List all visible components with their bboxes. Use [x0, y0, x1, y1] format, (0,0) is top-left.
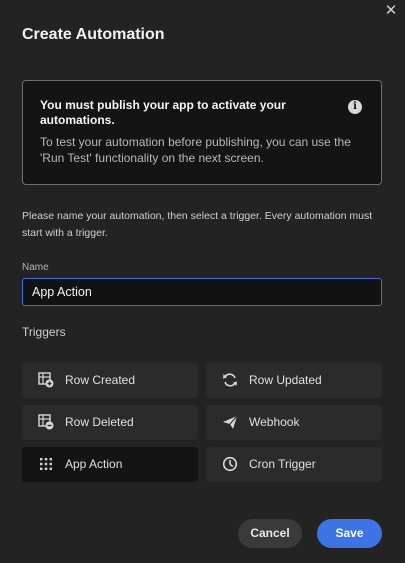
info-icon: i: [348, 100, 362, 114]
close-icon[interactable]: ✕: [383, 3, 399, 19]
trigger-webhook[interactable]: Webhook: [206, 405, 382, 440]
grid-dots-icon: [40, 458, 52, 470]
name-label: Name: [22, 262, 49, 273]
trigger-label: Row Created: [65, 373, 136, 387]
trigger-label: Row Deleted: [65, 415, 134, 429]
trigger-row-updated[interactable]: Row Updated: [206, 363, 382, 398]
table-remove-icon: [38, 414, 54, 430]
triggers-label: Triggers: [22, 325, 66, 339]
trigger-app-action[interactable]: App Action: [22, 447, 198, 482]
notice-heading: You must publish your app to activate yo…: [40, 98, 286, 127]
clock-icon: [222, 456, 238, 472]
refresh-icon: [223, 373, 237, 387]
name-input[interactable]: [22, 278, 382, 306]
table-add-icon: [38, 372, 54, 388]
trigger-row-deleted[interactable]: Row Deleted: [22, 405, 198, 440]
trigger-label: Cron Trigger: [249, 457, 316, 471]
trigger-label: App Action: [65, 457, 123, 471]
send-icon: [223, 415, 238, 429]
save-button[interactable]: Save: [317, 519, 382, 548]
instructions-text: Please name your automation, then select…: [22, 210, 373, 239]
cancel-button[interactable]: Cancel: [238, 519, 302, 548]
trigger-label: Row Updated: [249, 373, 322, 387]
create-automation-modal: ✕ Create Automation You must publish you…: [0, 0, 405, 563]
trigger-cron[interactable]: Cron Trigger: [206, 447, 382, 482]
dialog-title: Create Automation: [22, 26, 165, 43]
notice-body: To test your automation before publishin…: [40, 135, 351, 165]
publish-notice: You must publish your app to activate yo…: [22, 80, 382, 185]
trigger-label: Webhook: [249, 415, 300, 429]
trigger-row-created[interactable]: Row Created: [22, 363, 198, 398]
